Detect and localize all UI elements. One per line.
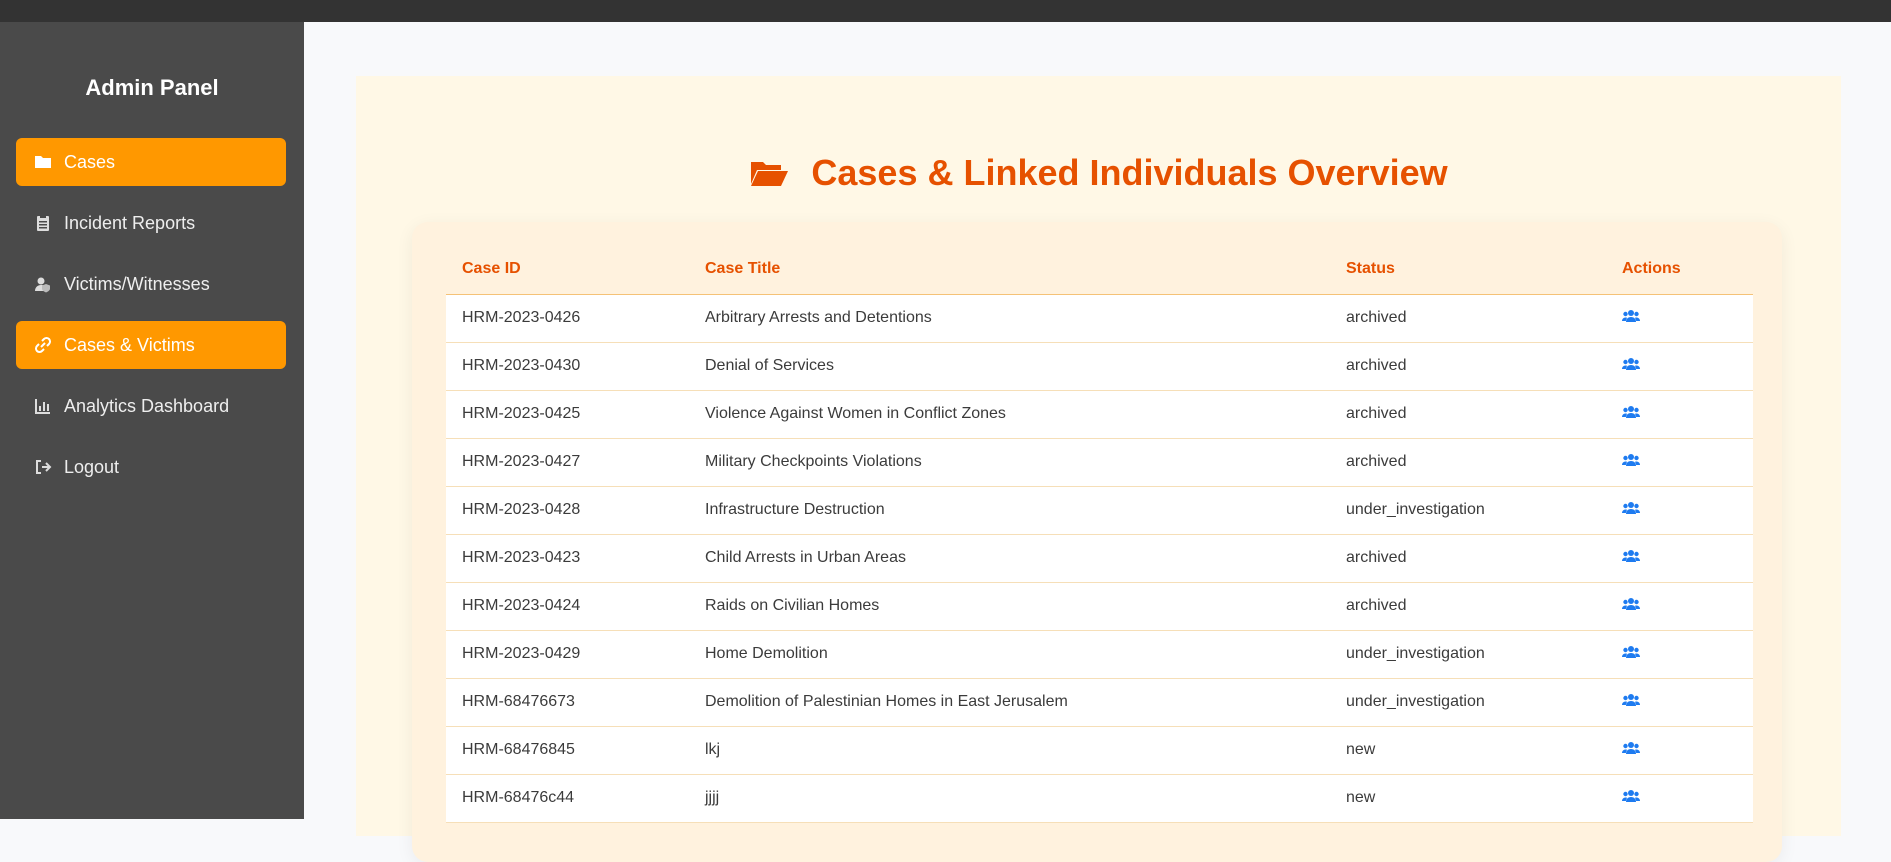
sidebar-item-analytics-dashboard[interactable]: Analytics Dashboard [16,382,286,430]
cell-status: archived [1330,342,1606,391]
cell-case-title: Arbitrary Arrests and Detentions [689,294,1330,343]
cell-case-id: HRM-2023-0427 [446,438,689,487]
cell-case-id: HRM-68476845 [446,726,689,775]
page-title: Cases & Linked Individuals Overview [356,152,1841,194]
cell-actions [1606,582,1753,631]
users-icon[interactable] [1622,453,1640,467]
users-icon[interactable] [1622,597,1640,611]
cases-table-card: Case ID Case Title Status Actions HRM-20… [412,222,1782,862]
users-icon[interactable] [1622,309,1640,323]
cell-case-id: HRM-2023-0428 [446,486,689,535]
folder-open-icon [749,157,789,189]
table-row: HRM-2023-0424 Raids on Civilian Homes arch… [446,582,1753,631]
table-body: HRM-2023-0426 Arbitrary Arrests and Deten… [446,294,1753,823]
column-header-actions: Actions [1606,244,1753,295]
table-row: HRM-2023-0429 Home Demolition under_invest… [446,630,1753,679]
users-icon[interactable] [1622,549,1640,563]
cell-case-title: Demolition of Palestinian Homes in East … [689,678,1330,727]
table-row: HRM-2023-0425 Violence Against Women in C… [446,390,1753,439]
cell-case-id: HRM-68476c44 [446,774,689,823]
cell-case-id: HRM-2023-0429 [446,630,689,679]
sidebar: Admin Panel Cases Incident Reports Victi… [0,22,304,819]
cell-actions [1606,630,1753,679]
cell-status: archived [1330,582,1606,631]
cell-actions [1606,342,1753,391]
table-row: HRM-68476c44 jjjj new [446,774,1753,823]
users-icon[interactable] [1622,405,1640,419]
page-title-text: Cases & Linked Individuals Overview [811,152,1448,193]
cell-status: under_investigation [1330,630,1606,679]
cell-status: under_investigation [1330,486,1606,535]
table-row: HRM-2023-0428 Infrastructure Destruction u… [446,486,1753,535]
cell-status: archived [1330,294,1606,343]
logout-icon [34,458,52,476]
users-icon[interactable] [1622,741,1640,755]
column-header-case-id: Case ID [446,244,689,295]
table-header-row: Case ID Case Title Status Actions [446,244,1753,295]
sidebar-title: Admin Panel [85,75,219,100]
table-row: HRM-2023-0430 Denial of Services archived [446,342,1753,391]
cell-status: archived [1330,534,1606,583]
sidebar-item-label: Analytics Dashboard [64,395,230,416]
users-icon[interactable] [1622,501,1640,515]
cell-case-title: lkj [689,726,1330,775]
cell-actions [1606,438,1753,487]
cell-case-id: HRM-2023-0424 [446,582,689,631]
cell-case-title: Violence Against Women in Conflict Zones [689,390,1330,439]
table-row: HRM-2023-0423 Child Arrests in Urban Area… [446,534,1753,583]
cell-status: archived [1330,438,1606,487]
sidebar-item-victims-witnesses[interactable]: Victims/Witnesses [16,260,286,308]
user-shield-icon [34,275,52,293]
users-icon[interactable] [1622,357,1640,371]
cell-case-id: HRM-2023-0426 [446,294,689,343]
cell-case-id: HRM-2023-0423 [446,534,689,583]
table-row: HRM-2023-0426 Arbitrary Arrests and Deten… [446,294,1753,343]
top-bar [0,0,1891,22]
column-header-case-title: Case Title [689,244,1330,295]
cell-status: new [1330,774,1606,823]
cell-actions [1606,486,1753,535]
cell-actions [1606,726,1753,775]
cell-status: archived [1330,390,1606,439]
cell-actions [1606,534,1753,583]
sidebar-item-label: Incident Reports [64,212,196,233]
folder-icon [34,153,52,171]
link-icon [34,336,52,354]
cell-case-title: Infrastructure Destruction [689,486,1330,535]
clipboard-icon [34,214,52,232]
sidebar-item-label: Logout [64,456,120,477]
sidebar-item-logout[interactable]: Logout [16,443,286,491]
cell-case-title: Denial of Services [689,342,1330,391]
cell-case-title: jjjj [689,774,1330,823]
cell-case-id: HRM-68476673 [446,678,689,727]
sidebar-item-incident-reports[interactable]: Incident Reports [16,199,286,247]
sidebar-item-label: Cases [64,151,116,172]
cell-status: new [1330,726,1606,775]
cell-case-title: Child Arrests in Urban Areas [689,534,1330,583]
users-icon[interactable] [1622,645,1640,659]
cases-table: Case ID Case Title Status Actions HRM-20… [446,244,1753,823]
table-row: HRM-68476845 lkj new [446,726,1753,775]
sidebar-item-cases[interactable]: Cases [16,138,286,186]
cell-case-id: HRM-2023-0430 [446,342,689,391]
cell-case-id: HRM-2023-0425 [446,390,689,439]
cell-actions [1606,678,1753,727]
sidebar-item-label: Victims/Witnesses [64,273,210,294]
cell-actions [1606,774,1753,823]
sidebar-item-cases-victims[interactable]: Cases & Victims [16,321,286,369]
chart-icon [34,397,52,415]
users-icon[interactable] [1622,789,1640,803]
cell-actions [1606,294,1753,343]
cell-case-title: Raids on Civilian Homes [689,582,1330,631]
column-header-status: Status [1330,244,1606,295]
cell-actions [1606,390,1753,439]
cell-status: under_investigation [1330,678,1606,727]
main-content: Cases & Linked Individuals Overview Case… [356,76,1841,862]
table-row: HRM-2023-0427 Military Checkpoints Violat… [446,438,1753,487]
table-row: HRM-68476673 Demolition of Palestinian Ho… [446,678,1753,727]
users-icon[interactable] [1622,693,1640,707]
sidebar-item-label: Cases & Victims [64,334,195,355]
cell-case-title: Military Checkpoints Violations [689,438,1330,487]
cell-case-title: Home Demolition [689,630,1330,679]
